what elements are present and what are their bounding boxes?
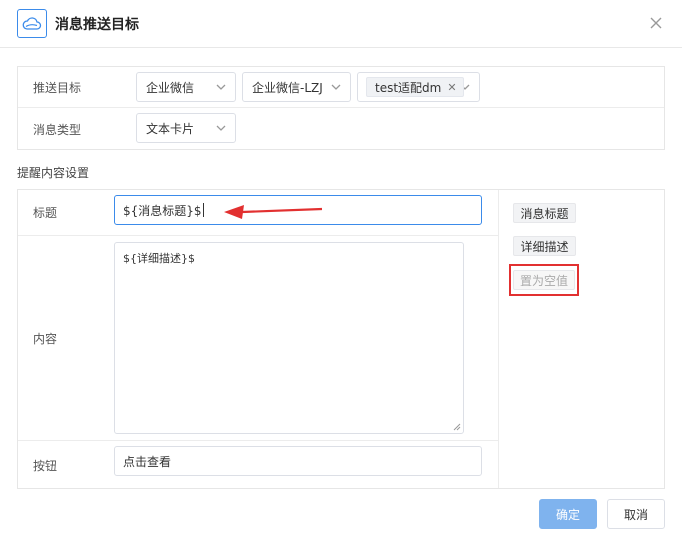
account-select[interactable]: 企业微信-LZJ xyxy=(242,72,351,102)
title-field-label: 标题 xyxy=(33,206,58,220)
confirm-button[interactable]: 确定 xyxy=(539,499,597,529)
chevron-down-icon xyxy=(216,125,226,131)
chevron-down-icon xyxy=(216,84,226,90)
channel-select[interactable]: 企业微信 xyxy=(136,72,236,102)
row-divider xyxy=(18,107,664,108)
column-divider xyxy=(498,190,499,488)
content-textarea-value: ${详细描述}$ xyxy=(123,252,195,265)
cancel-button[interactable]: 取消 xyxy=(607,499,665,529)
button-text-input[interactable]: 点击查看 xyxy=(114,446,482,476)
content-textarea[interactable]: ${详细描述}$ xyxy=(114,242,464,434)
target-label: 推送目标 xyxy=(33,81,82,95)
channel-select-value: 企业微信 xyxy=(146,80,195,95)
account-select-value: 企业微信-LZJ xyxy=(252,80,323,95)
row-divider xyxy=(18,440,498,441)
message-type-value: 文本卡片 xyxy=(146,121,195,136)
close-icon[interactable] xyxy=(647,14,665,32)
dialog-title: 消息推送目标 xyxy=(55,17,139,33)
message-type-select[interactable]: 文本卡片 xyxy=(136,113,236,143)
button-field-label: 按钮 xyxy=(33,459,58,473)
title-input-value: ${消息标题}$ xyxy=(123,203,202,218)
recipient-tag-label: test适配dm xyxy=(375,80,442,95)
text-cursor xyxy=(202,203,204,217)
insert-detail-description-button[interactable]: 详细描述 xyxy=(513,236,576,256)
annotation-highlight-box xyxy=(509,264,579,296)
row-divider xyxy=(18,235,498,236)
content-field-label: 内容 xyxy=(33,332,58,346)
resize-handle-icon[interactable] xyxy=(453,423,461,431)
insert-message-title-button[interactable]: 消息标题 xyxy=(513,203,576,223)
chevron-down-icon xyxy=(331,84,341,90)
dialog-header: 消息推送目标 xyxy=(0,0,682,48)
cloud-push-icon xyxy=(17,9,47,38)
annotation-arrow-icon xyxy=(224,205,323,219)
recipient-tag: test适配dm ✕ xyxy=(366,77,464,97)
message-type-label: 消息类型 xyxy=(33,123,82,137)
button-text-value: 点击查看 xyxy=(123,454,172,469)
tag-remove-icon[interactable]: ✕ xyxy=(447,81,456,94)
content-section-title: 提醒内容设置 xyxy=(17,166,90,180)
